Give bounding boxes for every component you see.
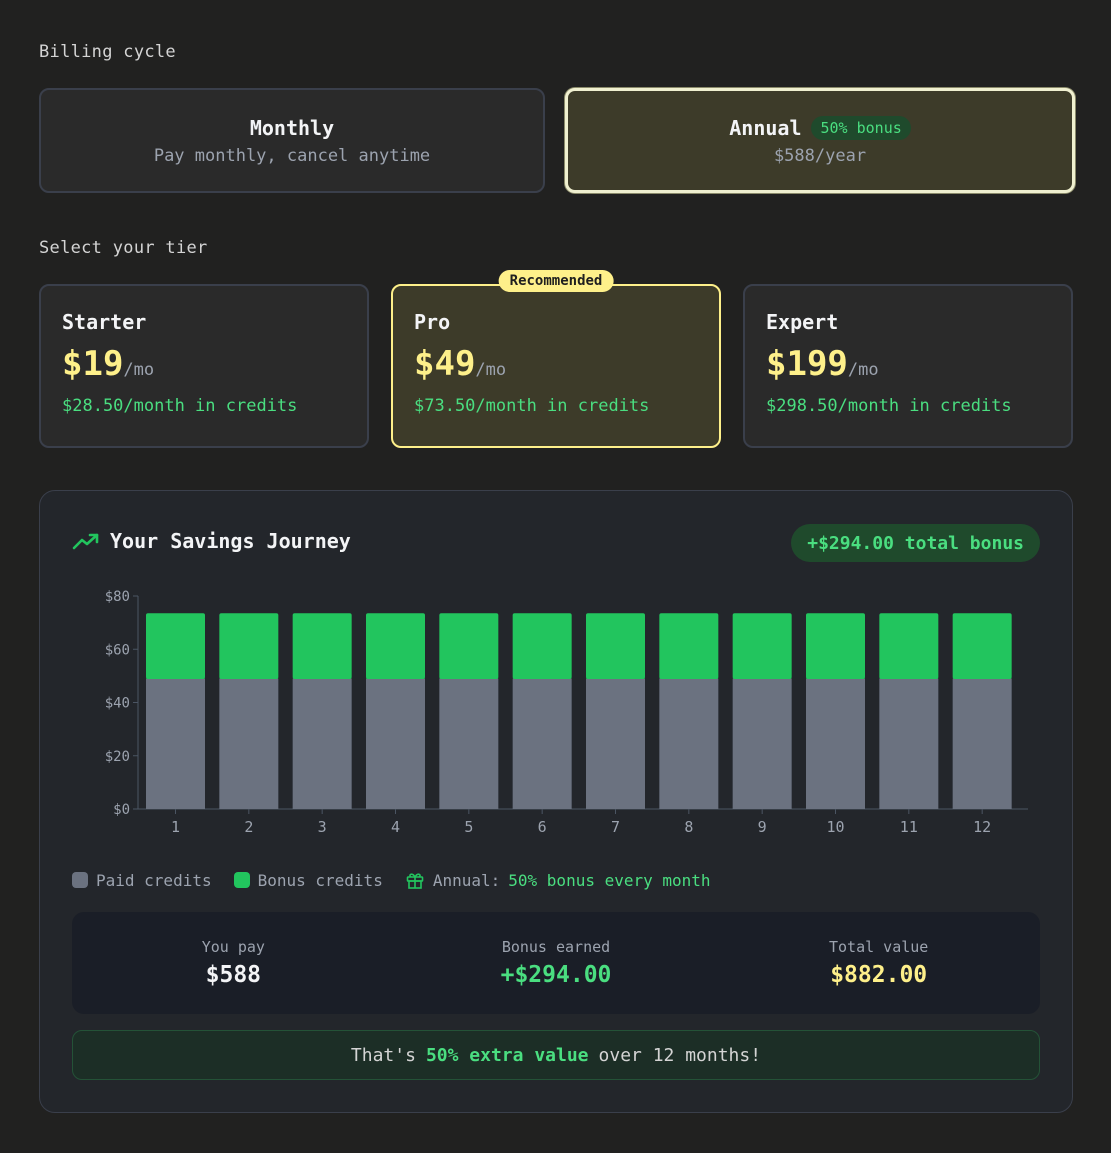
total-value-label: Total value [829,938,929,956]
banner-highlight: 50% extra value [425,1044,589,1066]
x-tick-label: 12 [973,818,991,836]
legend-annual: Annual: 50% bonus every month [405,870,711,890]
banner-suffix: over 12 months! [598,1044,762,1066]
annual-title: Annual [729,115,802,140]
tier-expert[interactable]: Expert $199 /mo $298.50/month in credits [743,284,1073,448]
x-tick-label: 2 [244,818,253,836]
bar-bonus [952,613,1012,680]
bar-paid [366,678,425,809]
recommended-badge: Recommended [498,270,614,292]
legend-annual-prefix: Annual: [432,870,501,890]
bar-paid [806,678,865,809]
you-pay-label: You pay [201,938,265,956]
y-tick-label: $20 [105,749,130,765]
legend-bonus-swatch [233,872,250,888]
tier-name: Pro [414,310,451,334]
monthly-subtitle: Pay monthly, cancel anytime [153,145,431,166]
bar-paid [732,678,792,809]
y-tick-label: $0 [113,802,130,818]
y-tick-label: $80 [105,589,130,605]
billing-cycle-label: Billing cycle [39,42,176,62]
you-pay-value: $588 [205,962,262,988]
bar-bonus [146,613,205,680]
summary-you-pay: You pay $588 [72,912,395,1014]
bar-bonus [879,613,939,680]
tier-price: $19 [62,344,124,384]
x-tick-label: 1 [171,818,180,836]
tier-name: Starter [62,310,147,334]
bar-paid [219,678,279,809]
bar-paid [512,678,572,809]
tier-label: Select your tier [39,238,208,258]
x-tick-label: 11 [900,818,918,836]
bar-paid [952,678,1012,809]
summary-bonus: Bonus earned +$294.00 [395,912,718,1014]
y-tick-label: $40 [105,696,130,712]
y-tick-label: $60 [105,642,130,658]
annual-bonus-badge: 50% bonus [811,115,911,140]
bar-paid [659,678,719,809]
bar-bonus [219,613,279,680]
annual-option[interactable]: Annual 50% bonus $588/year [565,88,1075,193]
monthly-option[interactable]: Monthly Pay monthly, cancel anytime [39,88,545,193]
savings-panel: Your Savings Journey +$294.00 total bonu… [39,490,1073,1113]
tier-name: Expert [766,310,839,334]
summary-total: Total value $882.00 [717,912,1040,1014]
bar-paid [586,678,645,809]
x-tick-label: 6 [538,818,547,836]
bonus-earned-label: Bonus earned [501,938,611,956]
extra-value-banner: That's 50% extra value over 12 months! [72,1030,1040,1080]
bar-bonus [439,613,499,680]
bar-paid [879,678,939,809]
bar-bonus [806,613,865,680]
x-tick-label: 7 [611,818,620,836]
x-tick-label: 5 [464,818,473,836]
x-tick-label: 10 [826,818,844,836]
legend-annual-highlight: 50% bonus every month [508,870,711,890]
bonus-earned-value: +$294.00 [500,962,612,988]
banner-prefix: That's [350,1044,416,1066]
bar-bonus [732,613,792,680]
x-tick-label: 3 [318,818,327,836]
gift-icon [406,873,424,889]
legend-paid-swatch [72,872,88,888]
bar-bonus [512,613,572,680]
bar-bonus [366,613,425,680]
tier-credits: $73.50/month in credits [414,396,650,416]
savings-summary: You pay $588 Bonus earned +$294.00 Total… [72,912,1040,1014]
bar-paid [292,678,352,809]
bar-bonus [586,613,645,680]
x-tick-label: 9 [758,818,767,836]
tier-price: $199 [766,344,848,384]
monthly-title: Monthly [249,115,335,140]
tier-price: $49 [414,344,476,384]
tier-period: /mo [847,360,879,380]
legend-paid-label: Paid credits [96,870,212,890]
tier-period: /mo [123,360,155,380]
chart-legend: Paid credits Bonus credits Annual: 50% b… [72,870,733,890]
tier-starter[interactable]: Starter $19 /mo $28.50/month in credits [39,284,369,448]
tier-credits: $298.50/month in credits [766,396,1012,416]
total-value-value: $882.00 [830,962,928,988]
legend-bonus: Bonus credits [233,870,383,890]
x-tick-label: 8 [684,818,693,836]
savings-chart: $0$20$40$60$801 2 3 4 5 6 7 8 9 10 11 12 [105,589,1028,836]
bar-paid [439,678,499,809]
legend-bonus-label: Bonus credits [257,870,383,890]
bar-bonus [659,613,719,680]
tier-pro[interactable]: Recommended Pro $49 /mo $73.50/month in … [391,270,721,448]
annual-subtitle: $588/year [773,145,867,166]
bar-paid [146,678,205,809]
tier-credits: $28.50/month in credits [62,396,298,416]
x-tick-label: 4 [391,818,400,836]
tier-period: /mo [475,360,507,380]
bar-bonus [292,613,352,680]
legend-paid: Paid credits [72,871,212,890]
